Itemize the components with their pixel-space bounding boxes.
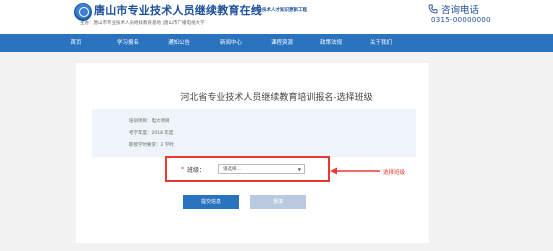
chevron-down-icon: ▼ bbox=[297, 167, 301, 172]
info-project: 培训项目：电大项目 bbox=[129, 119, 170, 124]
sponsor-text: 主办：唐山市专业技术人员继续教育基地 |唐山市广播电视大学 bbox=[80, 21, 205, 26]
university-logo-icon bbox=[74, 3, 92, 21]
class-select[interactable]: 请选择... ▼ bbox=[218, 164, 305, 174]
nav-item-home[interactable]: 首页 bbox=[64, 34, 88, 52]
nav-item-about[interactable]: 关于我们 bbox=[363, 34, 399, 52]
reset-button[interactable]: 重填 bbox=[250, 195, 306, 209]
hotline-label: 咨询电话 bbox=[441, 5, 480, 16]
class-select-value: 请选择... bbox=[223, 167, 241, 172]
nav-item-policies[interactable]: 政策法规 bbox=[313, 34, 349, 52]
phone-icon bbox=[428, 4, 438, 14]
main-nav: 首页 学习报名 通知公告 新闻中心 课程资源 政策法规 关于我们 bbox=[0, 34, 553, 52]
class-label: 班级： bbox=[187, 167, 206, 174]
annotation-text: 选择班级 bbox=[383, 170, 406, 176]
nav-item-registration[interactable]: 学习报名 bbox=[110, 34, 146, 52]
nav-item-news[interactable]: 新闻中心 bbox=[213, 34, 249, 52]
site-slogan: 专业技术人才知识更新工程 bbox=[253, 8, 307, 13]
site-title[interactable]: 唐山市专业技术人员继续教育在线 bbox=[94, 2, 262, 18]
page-title: 河北省专业技术人员继续教育培训报名-选择班级 bbox=[180, 93, 373, 103]
nav-item-courses[interactable]: 课程资源 bbox=[264, 34, 300, 52]
info-year: 考学年度：2018 年度 bbox=[129, 131, 174, 136]
annotation-arrow-icon bbox=[330, 167, 380, 175]
nav-item-notices[interactable]: 通知公告 bbox=[161, 34, 197, 52]
info-hours: 职授学时要求：2 学时 bbox=[129, 143, 174, 148]
submit-button[interactable]: 提交信息 bbox=[183, 195, 239, 209]
site-header: 唐山市专业技术人员继续教育在线 专业技术人才知识更新工程 主办：唐山市专业技术人… bbox=[0, 0, 553, 34]
required-mark: * bbox=[181, 166, 184, 173]
hotline-number: 0315-00000000 bbox=[431, 16, 491, 24]
